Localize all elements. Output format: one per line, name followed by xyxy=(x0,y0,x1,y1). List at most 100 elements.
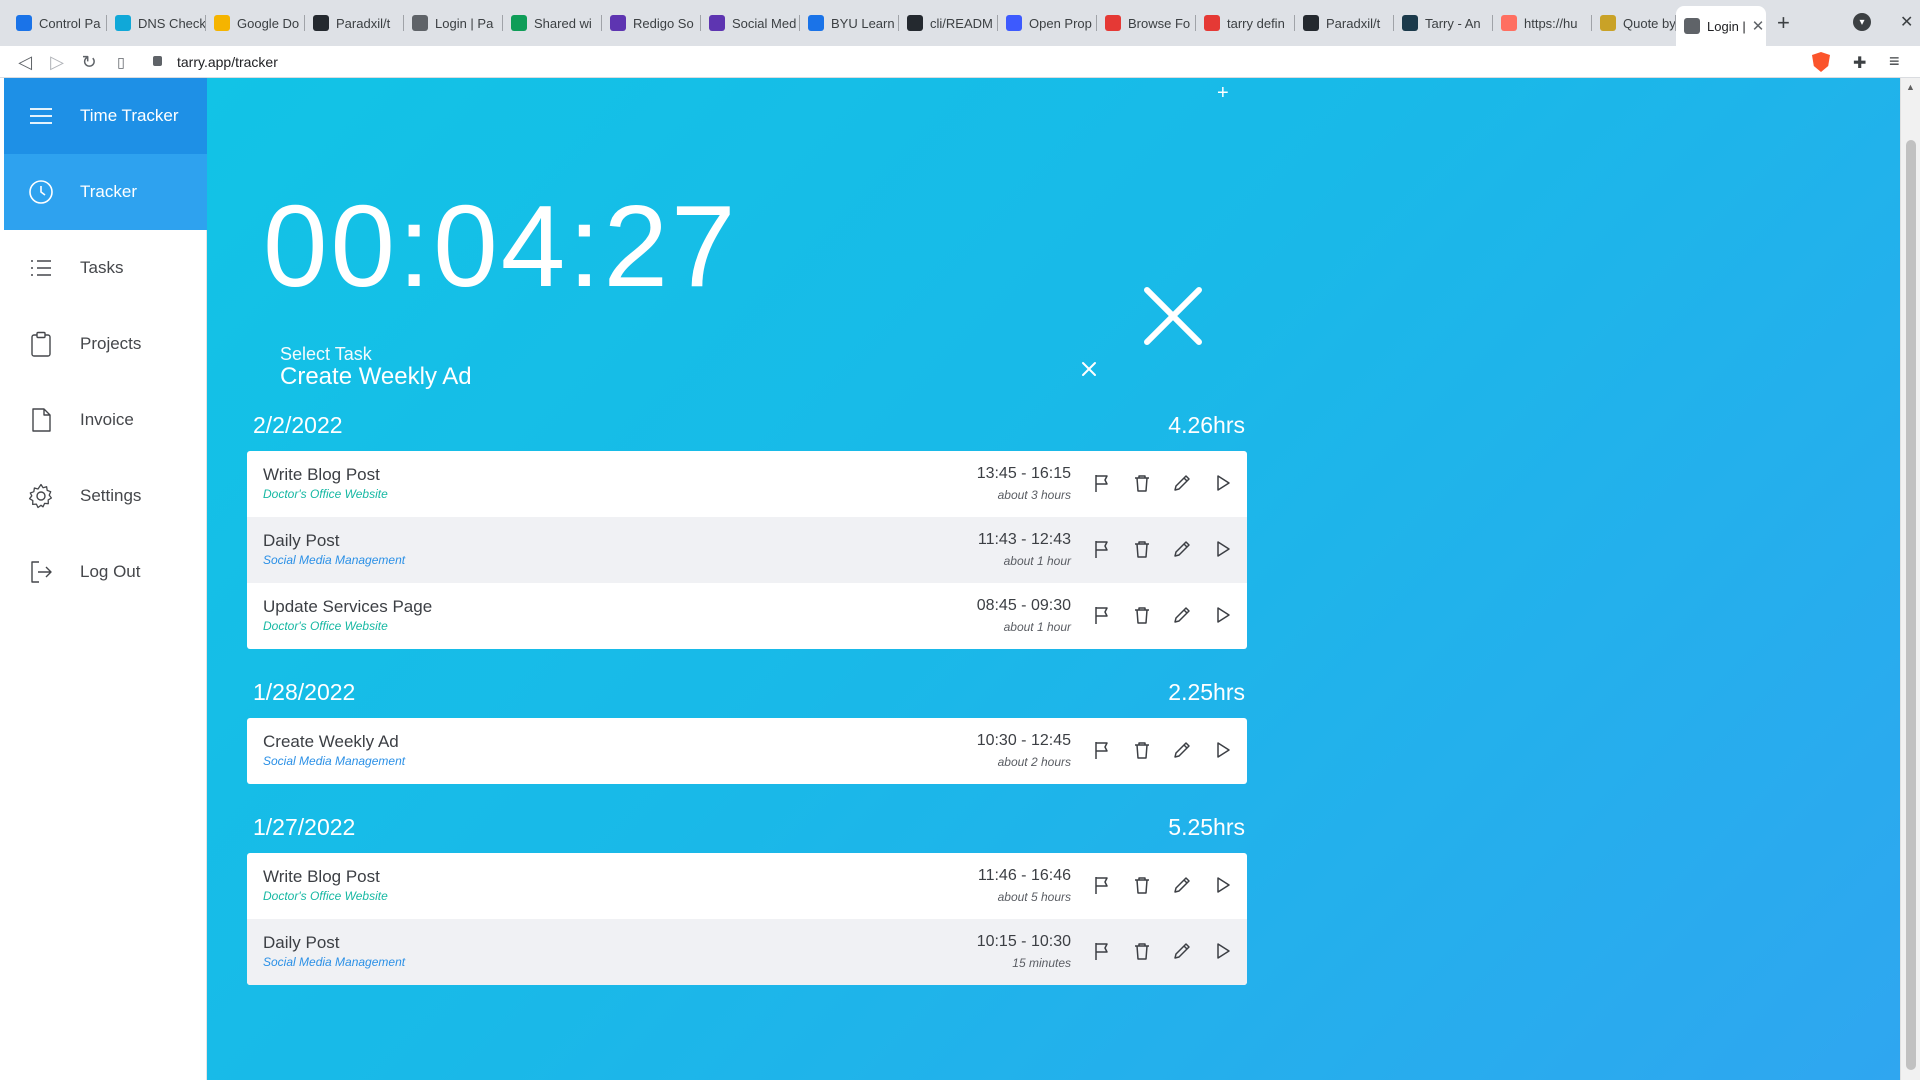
add-entry-button[interactable]: + xyxy=(1217,82,1229,105)
sidebar-item-invoice[interactable]: Invoice xyxy=(4,382,207,458)
play-icon[interactable] xyxy=(1211,739,1233,761)
entry-row[interactable]: Daily Post Social Media Management 11:43 -… xyxy=(247,517,1247,583)
entry-duration: 15 minutes xyxy=(1012,956,1071,970)
flag-icon[interactable] xyxy=(1091,874,1113,896)
tab-close-icon[interactable]: ✕ xyxy=(1746,17,1765,35)
pencil-icon[interactable] xyxy=(1171,874,1193,896)
browser-tab[interactable]: Browse Fo xyxy=(1097,6,1196,40)
flag-icon[interactable] xyxy=(1091,940,1113,962)
flag-icon[interactable] xyxy=(1091,472,1113,494)
browser-tab[interactable]: tarry defin xyxy=(1196,6,1295,40)
app-title: Time Tracker xyxy=(80,106,179,125)
browser-tab[interactable]: Social Med xyxy=(701,6,800,40)
tab-favicon-icon xyxy=(1501,15,1517,31)
scroll-up-icon[interactable]: ▲ xyxy=(1906,82,1915,92)
tab-label: Paradxil/t xyxy=(1326,15,1381,31)
hamburger-menu-icon[interactable] xyxy=(28,103,54,129)
pencil-icon[interactable] xyxy=(1171,940,1193,962)
page-scrollbar[interactable]: ▲ xyxy=(1900,78,1920,1080)
browser-menu-icon[interactable]: ≡ xyxy=(1889,51,1900,72)
back-icon[interactable]: ◁ xyxy=(14,51,36,73)
brave-shields-icon[interactable] xyxy=(1812,52,1830,72)
sidebar-item-tasks[interactable]: Tasks xyxy=(4,230,207,306)
address-bar[interactable]: tarry.app/tracker xyxy=(177,54,278,70)
reload-icon[interactable]: ↻ xyxy=(78,51,100,73)
trash-icon[interactable] xyxy=(1131,940,1153,962)
entry-time-range: 13:45 - 16:15 xyxy=(977,465,1071,483)
scrollbar-thumb[interactable] xyxy=(1906,140,1916,1070)
extensions-icon[interactable]: ✚ xyxy=(1853,53,1866,73)
browser-tab[interactable]: Login | ✕ xyxy=(1676,6,1766,46)
browser-tab[interactable]: Login | Pa xyxy=(404,6,503,40)
entry-start: 10:30 xyxy=(976,732,1017,749)
entry-title: Update Services Page xyxy=(263,597,433,616)
entry-project[interactable]: Doctor's Office Website xyxy=(263,889,388,903)
browser-tab[interactable]: Shared wi xyxy=(503,6,602,40)
tab-label: Login | xyxy=(1707,18,1746,34)
entry-row[interactable]: Daily Post Social Media Management 10:15 -… xyxy=(247,919,1247,985)
tracker-main: + 00:04:27 Select Task Create Weekly Ad … xyxy=(207,78,1900,1080)
bookmark-icon[interactable]: ▯ xyxy=(110,51,132,73)
sidebar-item-settings[interactable]: Settings xyxy=(4,458,207,534)
browser-tab[interactable]: Tarry - An xyxy=(1394,6,1493,40)
tab-label: BYU Learn xyxy=(831,15,895,31)
browser-tab[interactable]: BYU Learn xyxy=(800,6,899,40)
entry-project[interactable]: Doctor's Office Website xyxy=(263,487,388,501)
trash-icon[interactable] xyxy=(1131,739,1153,761)
browser-tab[interactable]: https://hu xyxy=(1493,6,1592,40)
sidebar-item-logout[interactable]: Log Out xyxy=(4,534,207,610)
entry-project[interactable]: Social Media Management xyxy=(263,553,405,567)
entry-start: 10:15 xyxy=(976,933,1017,950)
pencil-icon[interactable] xyxy=(1171,472,1193,494)
window-close-icon[interactable]: ✕ xyxy=(1900,12,1913,32)
task-select[interactable]: Create Weekly Ad xyxy=(280,363,472,391)
entry-row[interactable]: Write Blog Post Doctor's Office Website 11… xyxy=(247,853,1247,919)
flag-icon[interactable] xyxy=(1091,739,1113,761)
browser-tab[interactable]: Control Pa xyxy=(8,6,107,40)
browser-tab[interactable]: cli/READM xyxy=(899,6,998,40)
browser-tab[interactable]: Redigo So xyxy=(602,6,701,40)
browser-tab[interactable]: Paradxil/t xyxy=(1295,6,1394,40)
entry-row[interactable]: Create Weekly Ad Social Media Management 1… xyxy=(247,718,1247,784)
browser-tab[interactable]: Paradxil/t xyxy=(305,6,404,40)
browser-tab[interactable]: Open Prop xyxy=(998,6,1097,40)
trash-icon[interactable] xyxy=(1131,472,1153,494)
tab-search-icon[interactable]: ▾ xyxy=(1853,13,1871,31)
entry-project[interactable]: Doctor's Office Website xyxy=(263,619,388,633)
flag-icon[interactable] xyxy=(1091,604,1113,626)
trash-icon[interactable] xyxy=(1131,538,1153,560)
play-icon[interactable] xyxy=(1211,472,1233,494)
forward-icon[interactable]: ▷ xyxy=(46,51,68,73)
browser-tab[interactable]: Quote by xyxy=(1592,6,1676,40)
tab-favicon-icon xyxy=(214,15,230,31)
browser-tab[interactable]: Google Do xyxy=(206,6,305,40)
flag-icon[interactable] xyxy=(1091,538,1113,560)
entry-project[interactable]: Social Media Management xyxy=(263,754,405,768)
play-icon[interactable] xyxy=(1211,538,1233,560)
time-separator: - xyxy=(1016,933,1031,950)
tab-label: DNS Check xyxy=(138,15,206,31)
sidebar-item-tracker[interactable]: Tracker xyxy=(4,154,207,230)
play-icon[interactable] xyxy=(1211,940,1233,962)
trash-icon[interactable] xyxy=(1131,604,1153,626)
tab-label: Shared wi xyxy=(534,15,592,31)
stop-timer-button[interactable] xyxy=(1141,284,1205,348)
sidebar-item-projects[interactable]: Projects xyxy=(4,306,207,382)
tab-favicon-icon xyxy=(1204,15,1220,31)
sidebar-item-label: Log Out xyxy=(80,562,141,581)
browser-tab[interactable]: DNS Check xyxy=(107,6,206,40)
pencil-icon[interactable] xyxy=(1171,538,1193,560)
pencil-icon[interactable] xyxy=(1171,604,1193,626)
entry-row[interactable]: Write Blog Post Doctor's Office Website 13… xyxy=(247,451,1247,517)
tab-favicon-icon xyxy=(1105,15,1121,31)
play-icon[interactable] xyxy=(1211,604,1233,626)
clear-task-icon[interactable] xyxy=(1080,360,1098,378)
trash-icon[interactable] xyxy=(1131,874,1153,896)
play-icon[interactable] xyxy=(1211,874,1233,896)
browser-tab-strip: Control Pa DNS Check Google Do Paradxil/t Lo… xyxy=(0,0,1920,46)
pencil-icon[interactable] xyxy=(1171,739,1193,761)
new-tab-button[interactable]: + xyxy=(1777,10,1790,36)
entry-project[interactable]: Social Media Management xyxy=(263,955,405,969)
entry-row[interactable]: Update Services Page Doctor's Office Webs… xyxy=(247,583,1247,649)
entry-duration: about 3 hours xyxy=(997,488,1071,502)
